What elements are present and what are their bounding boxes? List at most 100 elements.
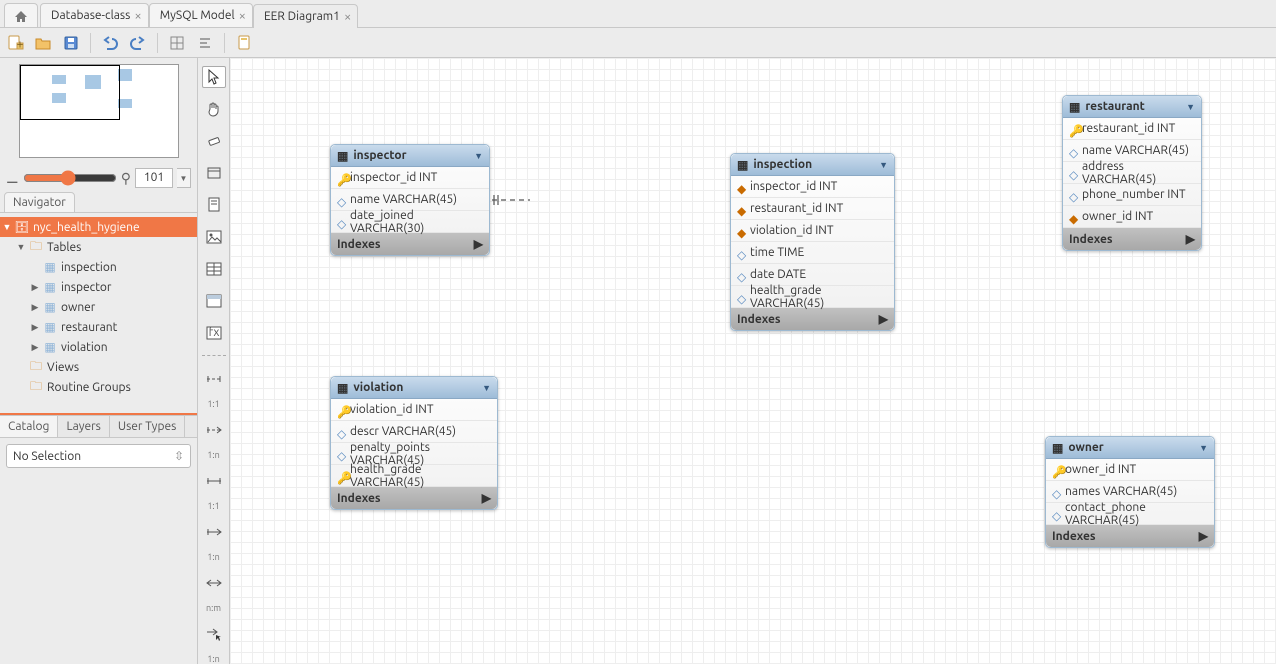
entity-violation[interactable]: ▦violation▼ 🔑violation_id INT ◇descr VAR… [330, 376, 498, 510]
close-icon[interactable]: × [134, 9, 141, 23]
subtab-user-types[interactable]: User Types [110, 416, 185, 437]
column-row[interactable]: ◆violation_id INT [731, 220, 894, 242]
tree-db-node[interactable]: ▼ 🗄 nyc_health_hygiene [0, 217, 197, 237]
column-row[interactable]: 🔑restaurant_id INT [1063, 118, 1201, 140]
tree-table-inspector[interactable]: ▶▦inspector [0, 277, 197, 297]
routine-tool[interactable]: fx [202, 322, 226, 344]
column-row[interactable]: 🔑owner_id INT [1046, 459, 1214, 481]
tree-table-restaurant[interactable]: ▶▦restaurant [0, 317, 197, 337]
column-row[interactable]: 🔑health_grade VARCHAR(45) [331, 465, 497, 487]
close-icon[interactable]: × [344, 10, 351, 24]
export-button[interactable] [233, 32, 255, 54]
open-button[interactable] [32, 32, 54, 54]
tab-eer-diagram[interactable]: EER Diagram1× [253, 4, 358, 28]
column-text: owner_id INT [1065, 463, 1136, 476]
subtab-layers[interactable]: Layers [58, 416, 109, 437]
column-text: restaurant_id INT [1082, 122, 1175, 135]
entity-header[interactable]: ▦inspector▼ [331, 145, 489, 167]
column-text: name VARCHAR(45) [1082, 144, 1189, 157]
zoom-in-icon[interactable]: ⚲ [121, 170, 131, 187]
indexes-section[interactable]: Indexes▶ [331, 487, 497, 509]
column-row[interactable]: 🔑inspector_id INT [331, 167, 489, 189]
rel-1-1-nonid-tool[interactable] [202, 368, 226, 390]
chevron-down-icon[interactable]: ▼ [1199, 443, 1208, 453]
column-row[interactable]: ◇address VARCHAR(45) [1063, 162, 1201, 184]
column-row[interactable]: ◆owner_id INT [1063, 206, 1201, 228]
entity-header[interactable]: ▦violation▼ [331, 377, 497, 399]
entity-restaurant[interactable]: ▦restaurant▼ 🔑restaurant_id INT ◇ name VA… [1062, 95, 1202, 251]
tree-tables-node[interactable]: ▼ 🗀 Tables [0, 237, 197, 257]
tab-database-class[interactable]: Database-class× [40, 3, 149, 27]
zoom-value[interactable]: 101 [135, 168, 173, 188]
close-icon[interactable]: × [239, 9, 246, 23]
pointer-tool[interactable] [202, 66, 226, 88]
selection-combo[interactable]: No Selection ⇳ [6, 444, 191, 468]
column-row[interactable]: ◇time TIME [731, 242, 894, 264]
relation-icon [205, 425, 223, 435]
view-tool[interactable] [202, 290, 226, 312]
column-row[interactable]: ◇phone_number INT [1063, 184, 1201, 206]
entity-header[interactable]: ▦inspection▼ [731, 154, 894, 176]
rel-place-tool[interactable] [202, 623, 226, 645]
tab-mysql-model[interactable]: MySQL Model× [149, 3, 253, 27]
table-icon: ▦ [42, 260, 58, 274]
tree-routines-node[interactable]: ▶🗀Routine Groups [0, 377, 197, 397]
tool-separator [202, 355, 226, 356]
grid-toggle-button[interactable] [166, 32, 188, 54]
indexes-section[interactable]: Indexes▶ [1063, 228, 1201, 250]
indexes-section[interactable]: Indexes▶ [331, 233, 489, 255]
column-text: violation_id INT [350, 403, 434, 416]
align-toggle-button[interactable] [194, 32, 216, 54]
redo-icon [130, 36, 146, 50]
rel-1-n-id-tool[interactable] [202, 521, 226, 543]
image-tool[interactable] [202, 226, 226, 248]
indexes-label: Indexes [337, 492, 381, 505]
chevron-down-icon[interactable]: ▼ [1186, 102, 1195, 112]
table-tool[interactable] [202, 258, 226, 280]
redo-button[interactable] [127, 32, 149, 54]
tree-table-inspection[interactable]: ▶▦inspection [0, 257, 197, 277]
eraser-tool[interactable] [202, 130, 226, 152]
chevron-down-icon[interactable]: ▼ [482, 383, 491, 393]
new-document-button[interactable]: + [4, 32, 26, 54]
tree-table-violation[interactable]: ▶▦violation [0, 337, 197, 357]
column-row[interactable]: ◇date_joined VARCHAR(30) [331, 211, 489, 233]
indexes-section[interactable]: Indexes▶ [1046, 525, 1214, 547]
rel-1-n-nonid-tool[interactable] [202, 419, 226, 441]
table-icon: ▦ [337, 149, 348, 163]
rel-n-m-tool[interactable] [202, 572, 226, 594]
tree-views-node[interactable]: ▶🗀Views [0, 357, 197, 377]
minimap[interactable] [19, 64, 179, 158]
entity-inspector[interactable]: ▦inspector▼ 🔑inspector_id INT ◇name VARC… [330, 144, 490, 256]
chevron-down-icon[interactable]: ▼ [879, 160, 888, 170]
diamond-icon: ◇ [1069, 168, 1077, 178]
undo-button[interactable] [99, 32, 121, 54]
note-tool[interactable] [202, 194, 226, 216]
toolbar-separator [157, 33, 158, 53]
column-text: phone_number INT [1082, 188, 1186, 201]
indexes-section[interactable]: Indexes▶ [731, 308, 894, 330]
tool-palette: fx 1:1 1:n 1:1 1:n n:m 1:n [198, 58, 230, 664]
column-row[interactable]: 🔑violation_id INT [331, 399, 497, 421]
save-button[interactable] [60, 32, 82, 54]
hand-tool[interactable] [202, 98, 226, 120]
chevron-down-icon[interactable]: ▼ [474, 151, 483, 161]
column-row[interactable]: ◆inspector_id INT [731, 176, 894, 198]
rel-1-1-id-tool[interactable] [202, 470, 226, 492]
entity-header[interactable]: ▦owner▼ [1046, 437, 1214, 459]
column-row[interactable]: ◇health_grade VARCHAR(45) [731, 286, 894, 308]
zoom-dropdown[interactable]: ▼ [177, 168, 191, 188]
column-row[interactable]: ◆restaurant_id INT [731, 198, 894, 220]
key-icon: 🔑 [337, 471, 345, 481]
subtab-catalog[interactable]: Catalog [0, 416, 58, 437]
zoom-slider[interactable] [23, 170, 117, 186]
entity-owner[interactable]: ▦owner▼ 🔑owner_id INT ◇names VARCHAR(45)… [1045, 436, 1215, 548]
zoom-out-icon[interactable]: ⚊ [6, 170, 19, 187]
entity-inspection[interactable]: ▦inspection▼ ◆inspector_id INT ◆restaura… [730, 153, 895, 331]
home-tab[interactable] [4, 3, 38, 27]
diagram-canvas[interactable]: ▦inspector▼ 🔑inspector_id INT ◇ name VARC… [230, 58, 1276, 664]
entity-header[interactable]: ▦restaurant▼ [1063, 96, 1201, 118]
column-row[interactable]: ◇contact_phone VARCHAR(45) [1046, 503, 1214, 525]
layer-tool[interactable] [202, 162, 226, 184]
tree-table-owner[interactable]: ▶▦owner [0, 297, 197, 317]
